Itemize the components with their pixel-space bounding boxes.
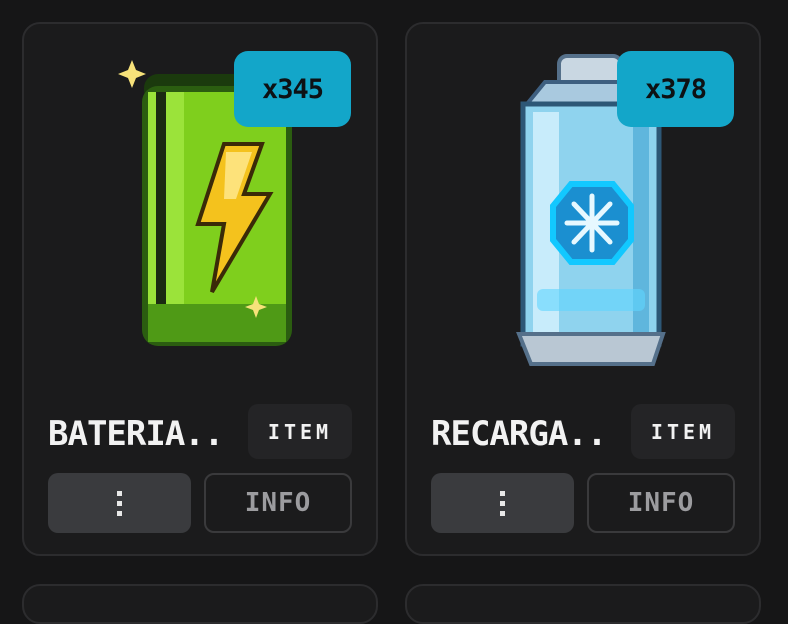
info-button[interactable]: INFO [204,473,352,533]
item-card-partial [405,584,761,624]
item-card[interactable]: x378 RECARGA... ITEM INFO [405,22,761,556]
quantity-badge: x378 [617,51,734,127]
item-type-tag: ITEM [248,404,352,459]
item-card[interactable]: x345 BATERIA... ITEM INFO [22,22,378,556]
info-button[interactable]: INFO [587,473,735,533]
vertical-dots-icon [117,490,122,516]
quantity-badge: x345 [234,51,351,127]
item-card-partial [22,584,378,624]
vertical-dots-icon [500,490,505,516]
more-options-button[interactable] [431,473,574,533]
more-options-button[interactable] [48,473,191,533]
item-type-tag: ITEM [631,404,735,459]
item-name: RECARGA... [431,414,611,454]
item-name: BATERIA... [48,414,228,454]
